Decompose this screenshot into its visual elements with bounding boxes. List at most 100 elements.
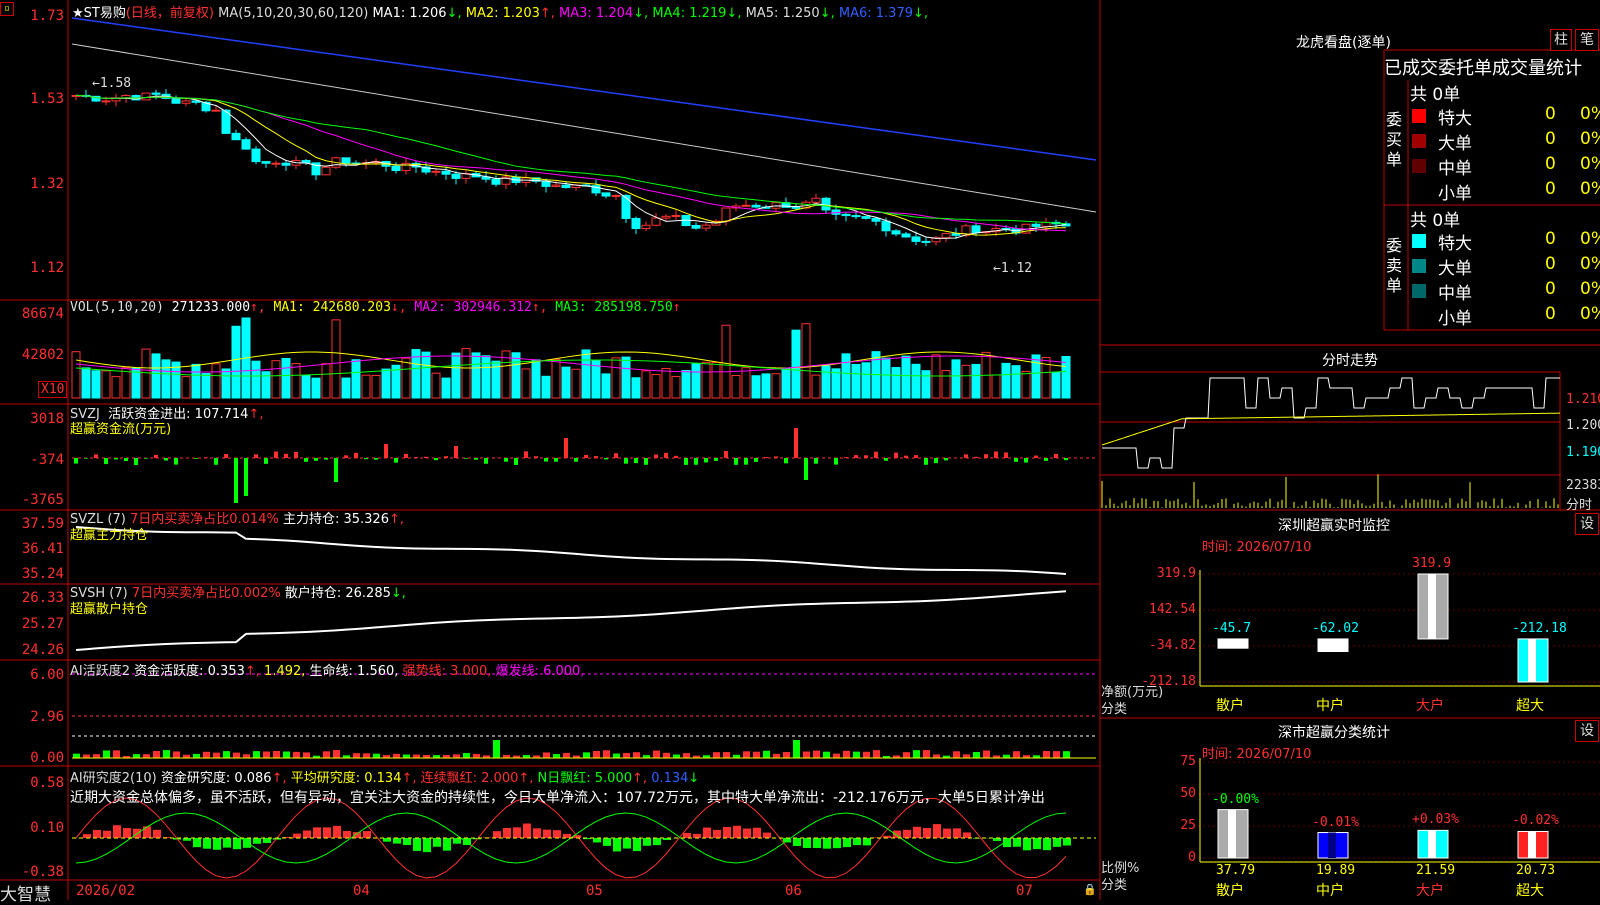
ai-active-bar-22 xyxy=(293,752,300,758)
ma-value-1: MA1: 1.206 xyxy=(372,6,446,21)
vol-bar-83 xyxy=(902,356,910,398)
candle-60 xyxy=(672,216,680,217)
szs-yticks-bar-hl-0 xyxy=(1228,810,1236,858)
vol-bar-54 xyxy=(612,358,620,398)
vol-bar-37 xyxy=(442,378,450,398)
vol-bar-28 xyxy=(352,360,360,398)
tick-mode-button[interactable]: 笔 xyxy=(1575,29,1599,51)
ai-active-bar-14 xyxy=(213,753,220,758)
vol-bar-13 xyxy=(202,373,210,398)
intraday-price-0: 1.210 xyxy=(1566,392,1600,407)
svzj-bar-44 xyxy=(514,458,518,465)
ai-active-bar-3 xyxy=(103,750,110,758)
ai-active-bar-75 xyxy=(823,752,830,758)
vol-bar-79 xyxy=(862,363,870,398)
candle-16 xyxy=(232,133,240,139)
ai-research-bar-1 xyxy=(83,834,91,838)
vol-bar-4 xyxy=(112,377,120,398)
szm-yticks-category-0: 散户 xyxy=(1216,695,1244,715)
kline-header: ★ST易购(日线，前复权) MA(5,10,20,30,60,120) MA1:… xyxy=(72,2,928,21)
svzj-bar-72 xyxy=(794,428,798,458)
szs-yticks-bar-label-1: -0.01% xyxy=(1312,815,1359,830)
x-label-1: 04 xyxy=(353,883,370,899)
ai-active-bar-85 xyxy=(923,750,930,758)
sell-row-2-count: 0 xyxy=(1545,279,1556,299)
buy-row-1-count: 0 xyxy=(1545,129,1556,149)
ai-active-bar-16 xyxy=(233,753,240,758)
ai-active-bar-9 xyxy=(163,750,170,758)
ai-active-bar-72 xyxy=(793,740,800,758)
ai-active-bar-26 xyxy=(333,750,340,758)
szs-yticks-bar-hl-2 xyxy=(1428,830,1436,858)
ai-research-bar-56 xyxy=(633,838,641,851)
vol-bar-45 xyxy=(522,369,530,398)
kline-ytick-3: 1.12 xyxy=(0,260,64,276)
vol-bar-73 xyxy=(802,324,810,398)
ma-arrow-5: ↓, xyxy=(820,6,839,21)
sz-stats-settings-button[interactable]: 设 xyxy=(1575,720,1599,742)
szs-yticks-category-2: 大户 xyxy=(1416,880,1444,900)
ai-research-bar-15 xyxy=(223,838,231,848)
szs-yticks-tick-2: 25 xyxy=(1130,818,1196,833)
candle-83 xyxy=(902,234,910,237)
ai-research-ytick-0: 0.58 xyxy=(0,775,64,791)
szs-yticks-tick-0: 75 xyxy=(1130,754,1196,769)
ai-active-bar-51 xyxy=(583,752,590,758)
ai-active-bar-2 xyxy=(93,754,100,758)
ai-research-bar-46 xyxy=(533,828,541,838)
svzj-bar-35 xyxy=(424,457,428,458)
dragon-header: 已成交委托单成交量统计 xyxy=(1384,54,1582,80)
ai-research-bar-98 xyxy=(1053,838,1061,847)
svzj-bar-38 xyxy=(454,446,458,458)
svzj-bar-26 xyxy=(334,458,338,482)
buy-swatch-0 xyxy=(1412,109,1426,123)
ai-active-bar-40 xyxy=(473,754,480,758)
szm-yticks-bar-label-2: 319.9 xyxy=(1412,556,1451,571)
svsh-hold: 散户持仓: 26.285 xyxy=(285,586,391,601)
szm-yticks-bar-hl-1 xyxy=(1328,639,1336,652)
ai-research-l2: 平均研究度: 0.134 xyxy=(291,771,402,786)
ai-active-title: AI活跃度2 xyxy=(70,664,130,679)
candle-72 xyxy=(792,207,800,208)
ai-active-bar-42 xyxy=(493,740,500,758)
vol-bar-35 xyxy=(422,352,430,398)
chart-canvas[interactable] xyxy=(0,0,1600,900)
szs-yticks-tick-1: 50 xyxy=(1130,786,1196,801)
low-value: 1.12 xyxy=(1001,261,1032,276)
vol-bar-69 xyxy=(762,374,770,398)
vol-bar-57 xyxy=(642,371,650,398)
candle-8 xyxy=(152,93,160,94)
vol-bar-36 xyxy=(432,373,440,398)
buy-row-3-count: 0 xyxy=(1545,179,1556,199)
ma-arrow-4: ↓, xyxy=(726,6,745,21)
lock-icon[interactable]: 🔒 xyxy=(1083,883,1097,896)
szs-yticks-bar-label-2: +0.03% xyxy=(1412,812,1459,827)
ai-active-bar-25 xyxy=(323,751,330,758)
svzj-bar-56 xyxy=(634,458,638,463)
sell-row-3-pct: 0% xyxy=(1580,304,1600,324)
svzj-bar-8 xyxy=(154,455,158,458)
vol-bar-87 xyxy=(942,371,950,398)
szs-yticks-tick-3: 0 xyxy=(1130,850,1196,865)
sz-monitor-settings-button[interactable]: 设 xyxy=(1575,513,1599,535)
svsh-ytick-0: 26.33 xyxy=(0,590,64,606)
ai-research-title: AI研究度2(10) xyxy=(70,771,157,786)
ai-research-bar-19 xyxy=(263,838,271,843)
ai-active-bar-32 xyxy=(393,754,400,758)
sz-monitor-cat: 分类 xyxy=(1101,698,1127,717)
ai-active-bar-47 xyxy=(543,752,550,758)
vol-ytick-1: 42802 xyxy=(0,347,64,363)
vol-bar-53 xyxy=(602,374,610,398)
svzj-bar-1 xyxy=(84,458,88,459)
app-name[interactable]: 大智慧 xyxy=(0,880,51,905)
svzj-bar-94 xyxy=(1014,458,1018,462)
szs-yticks-bar-hl-3 xyxy=(1528,831,1536,858)
svzj-bar-89 xyxy=(964,454,968,458)
bar-mode-button[interactable]: 柱 xyxy=(1550,29,1572,51)
intraday-price-2: 1.190 xyxy=(1566,445,1600,460)
ai-active-bar-91 xyxy=(983,750,990,758)
ai-research-bar-3 xyxy=(103,831,111,838)
vol-title: VOL(5,10,20) xyxy=(70,300,164,315)
buy-row-3-name: 小单 xyxy=(1438,179,1472,204)
svzj-bar-30 xyxy=(374,458,378,460)
